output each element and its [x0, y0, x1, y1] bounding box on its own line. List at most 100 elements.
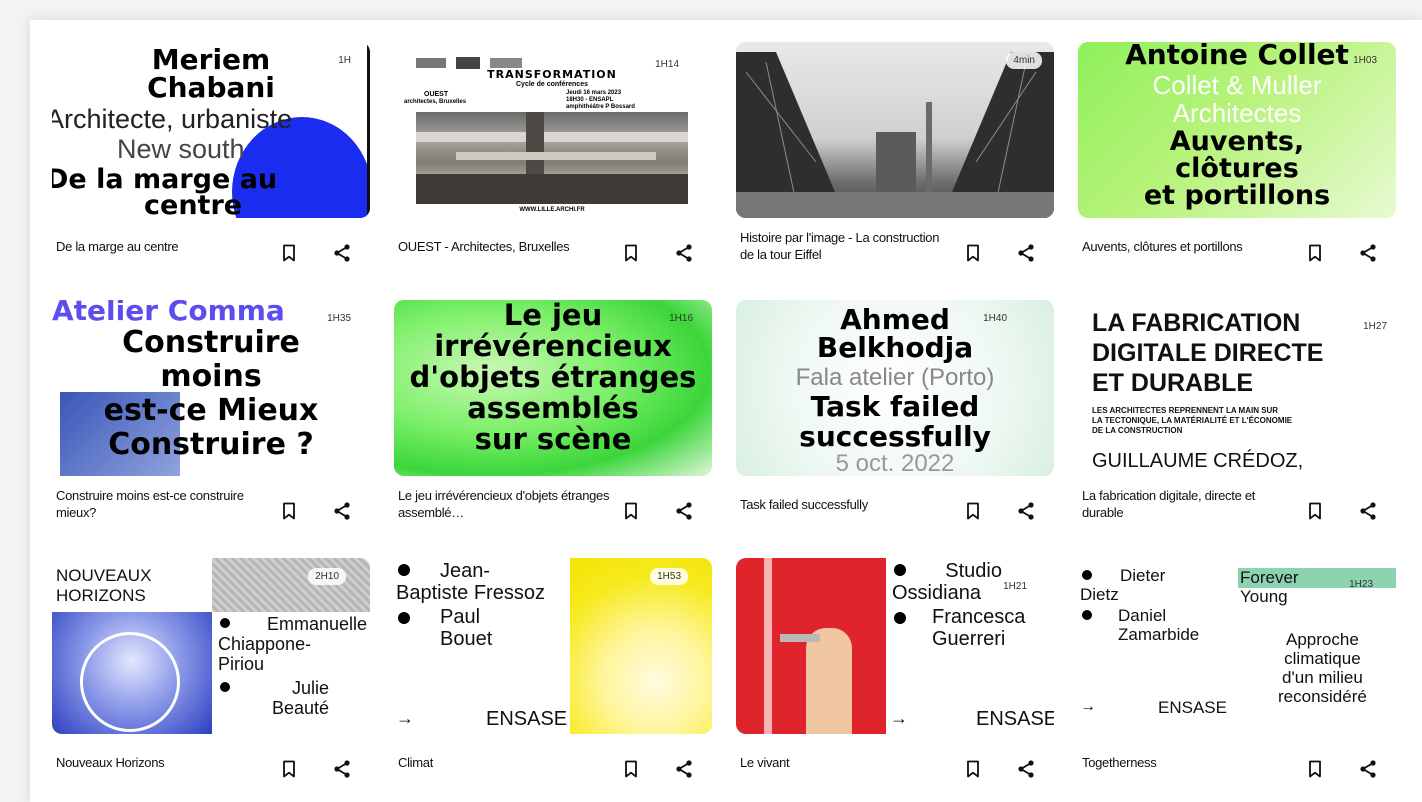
video-thumbnail[interactable]: Studio Ossidiana Francesca Guerreri → EN…: [736, 558, 1054, 734]
video-thumbnail[interactable]: LA FABRICATION DIGITALE DIRECTE ET DURAB…: [1078, 300, 1396, 476]
bookmark-button[interactable]: [1302, 756, 1328, 782]
bookmark-button[interactable]: [960, 498, 986, 524]
video-thumbnail[interactable]: Dieter Dietz Daniel Zamarbide → ENSASE F…: [1078, 558, 1396, 734]
video-thumbnail[interactable]: NOUVEAUX HORIZONS Emmanuelle Chiappone- …: [52, 558, 370, 734]
poster-description: LES ARCHITECTES REPRENNENT LA MAIN SUR L…: [1092, 406, 1293, 435]
video-title[interactable]: De la marge au centre: [56, 228, 268, 264]
share-icon: [1360, 502, 1376, 520]
share-button[interactable]: [1355, 240, 1381, 266]
duration-badge: 1H: [338, 55, 351, 66]
share-button[interactable]: [1013, 498, 1039, 524]
duration-badge: 1H40: [983, 313, 1007, 324]
poster-speakers: Jean- Baptiste Fressoz: [396, 560, 545, 604]
video-title[interactable]: Le vivant: [740, 744, 952, 780]
share-icon: [334, 760, 350, 778]
bookmark-icon: [1309, 760, 1321, 778]
video-thumbnail[interactable]: Antoine Collet Collet & Muller Architect…: [1078, 42, 1396, 218]
bookmark-button[interactable]: [276, 498, 302, 524]
video-card[interactable]: Ahmed Belkhodja Fala atelier (Porto) Tas…: [736, 300, 1054, 538]
video-thumbnail[interactable]: Atelier Comma Construire moins est-ce Mi…: [52, 300, 370, 476]
video-card[interactable]: LA FABRICATION DIGITALE DIRECTE ET DURAB…: [1078, 300, 1396, 538]
poster-school: ENSASE: [1158, 698, 1227, 717]
duration-badge: 1H14: [655, 59, 679, 70]
poster-speakers-2: Chiappone- Piriou: [218, 634, 312, 674]
video-title[interactable]: Togetherness: [1082, 744, 1294, 780]
poster-headline-2: centre: [144, 190, 243, 218]
bookmark-icon: [625, 760, 637, 778]
poster-speakers: Studio Ossidiana: [892, 560, 1002, 604]
poster-speaker: GUILLAUME CRÉDOZ,: [1092, 450, 1304, 472]
share-icon: [1360, 244, 1376, 262]
video-title[interactable]: Task failed successfully: [740, 486, 952, 522]
video-card[interactable]: Jean- Baptiste Fressoz Paul Bouet → ENSA…: [394, 558, 712, 796]
duration-badge: 1H27: [1363, 321, 1387, 332]
share-button[interactable]: [1013, 756, 1039, 782]
video-card[interactable]: Antoine Collet Collet & Muller Architect…: [1078, 42, 1396, 280]
bookmark-button[interactable]: [618, 240, 644, 266]
poster-speakers-2: Daniel Zamarbide: [1118, 606, 1200, 644]
share-button[interactable]: [329, 498, 355, 524]
duration-badge: 1H23: [1349, 579, 1373, 590]
share-button[interactable]: [671, 756, 697, 782]
share-button[interactable]: [329, 756, 355, 782]
share-button[interactable]: [329, 240, 355, 266]
video-title[interactable]: Histoire par l'image - La construction d…: [740, 228, 952, 264]
video-card[interactable]: Studio Ossidiana Francesca Guerreri → EN…: [736, 558, 1054, 796]
duration-badge: 4min: [1006, 52, 1042, 69]
share-button[interactable]: [671, 240, 697, 266]
video-card[interactable]: Meriem Chabani Architecte, urbaniste New…: [52, 42, 370, 280]
arrow-glyph: →: [890, 708, 908, 728]
video-title[interactable]: Le jeu irrévérencieux d'objets étranges …: [398, 486, 610, 522]
bookmark-button[interactable]: [1302, 240, 1328, 266]
video-thumbnail[interactable]: TRANSFORMATION Cycle de conférences OUES…: [394, 42, 712, 218]
poster-photo: [416, 112, 688, 204]
poster-school: ENSASE: [976, 708, 1054, 730]
bookmark-button[interactable]: [276, 240, 302, 266]
video-thumbnail[interactable]: Le jeu irrévérencieux d'objets étranges …: [394, 300, 712, 476]
share-icon: [676, 502, 692, 520]
poster-edge: [367, 42, 370, 218]
share-icon: [676, 760, 692, 778]
video-thumbnail[interactable]: 4min: [736, 42, 1054, 218]
poster-url: WWW.LILLE.ARCHI.FR: [519, 207, 585, 213]
bookmark-icon: [283, 760, 295, 778]
bookmark-button[interactable]: [618, 498, 644, 524]
video-card[interactable]: Dieter Dietz Daniel Zamarbide → ENSASE F…: [1078, 558, 1396, 796]
share-button[interactable]: [1355, 756, 1381, 782]
poster-time: 18H30 - ENSAPL: [566, 97, 614, 103]
duration-badge: 1H03: [1353, 55, 1377, 66]
bookmark-button[interactable]: [960, 756, 986, 782]
bookmark-button[interactable]: [276, 756, 302, 782]
video-title[interactable]: Auvents, clôtures et portillons: [1082, 228, 1294, 264]
video-title[interactable]: La fabrication digitale, directe et dura…: [1082, 486, 1294, 522]
share-icon: [1018, 502, 1034, 520]
share-button[interactable]: [1355, 498, 1381, 524]
video-card[interactable]: Le jeu irrévérencieux d'objets étranges …: [394, 300, 712, 538]
bookmark-button[interactable]: [618, 756, 644, 782]
video-card[interactable]: 4min Histoire par l'image - La construct…: [736, 42, 1054, 280]
video-thumbnail[interactable]: Ahmed Belkhodja Fala atelier (Porto) Tas…: [736, 300, 1054, 476]
bookmark-button[interactable]: [960, 240, 986, 266]
poster-speakers-3: Julie Beauté: [271, 678, 329, 718]
poster-subtitle: Cycle de conférences: [516, 81, 588, 88]
bookmark-icon: [625, 502, 637, 520]
video-card[interactable]: Atelier Comma Construire moins est-ce Mi…: [52, 300, 370, 538]
video-thumbnail[interactable]: Meriem Chabani Architecte, urbaniste New…: [52, 42, 370, 218]
video-title[interactable]: OUEST - Architectes, Bruxelles: [398, 228, 610, 264]
share-icon: [1018, 760, 1034, 778]
poster-subtitle-2: Architectes: [1172, 98, 1302, 128]
share-icon: [334, 244, 350, 262]
video-title[interactable]: Nouveaux Horizons: [56, 744, 268, 780]
video-thumbnail[interactable]: Jean- Baptiste Fressoz Paul Bouet → ENSA…: [394, 558, 712, 734]
share-button[interactable]: [671, 498, 697, 524]
bookmark-icon: [283, 244, 295, 262]
video-title[interactable]: Construire moins est-ce construire mieux…: [56, 486, 268, 522]
poster-title: Forever Young: [1240, 568, 1299, 606]
video-card[interactable]: NOUVEAUX HORIZONS Emmanuelle Chiappone- …: [52, 558, 370, 796]
video-card[interactable]: TRANSFORMATION Cycle de conférences OUES…: [394, 42, 712, 280]
share-button[interactable]: [1013, 240, 1039, 266]
bookmark-button[interactable]: [1302, 498, 1328, 524]
video-title[interactable]: Climat: [398, 744, 610, 780]
poster-title: Atelier Comma: [52, 300, 285, 327]
poster-headline: LA FABRICATION DIGITALE DIRECTE ET DURAB…: [1092, 309, 1324, 397]
